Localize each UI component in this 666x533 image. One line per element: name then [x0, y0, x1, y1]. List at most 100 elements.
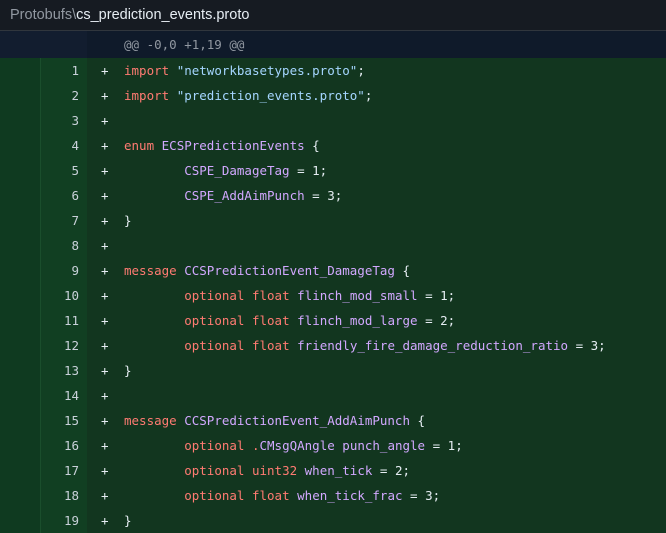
line-number[interactable]: 15: [0, 408, 87, 433]
addition-marker: +: [101, 363, 109, 378]
code-token-kw: uint32: [251, 463, 298, 478]
line-number[interactable]: 19: [0, 508, 87, 533]
line-number[interactable]: 6: [0, 183, 87, 208]
line-number[interactable]: 16: [0, 433, 87, 458]
code-token-kw: optional: [184, 463, 245, 478]
line-number[interactable]: 5: [0, 158, 87, 183]
code-content: + import "networkbasetypes.proto";: [87, 58, 666, 83]
code-token-plain: ;: [357, 63, 365, 78]
code-content: + CSPE_AddAimPunch = 3;: [87, 183, 666, 208]
line-number[interactable]: 17: [0, 458, 87, 483]
line-number[interactable]: 1: [0, 58, 87, 83]
line-number[interactable]: 12: [0, 333, 87, 358]
breadcrumb-filename: cs_prediction_events.proto: [76, 7, 250, 23]
line-number[interactable]: 3: [0, 108, 87, 133]
addition-marker: +: [101, 163, 109, 178]
breadcrumb-folder-link[interactable]: Protobufs: [10, 7, 72, 23]
line-number[interactable]: 2: [0, 83, 87, 108]
code-content: + optional uint32 when_tick = 2;: [87, 458, 666, 483]
code-token-kw: message: [124, 263, 177, 278]
diff-line: 3 +: [0, 108, 666, 133]
code-token-kw: optional: [184, 438, 245, 453]
addition-marker: +: [101, 488, 109, 503]
code-token-plain: {: [304, 138, 320, 153]
diff-line: 5 + CSPE_DamageTag = 1;: [0, 158, 666, 183]
code-token-kw: float: [251, 488, 290, 503]
code-token-kw: optional: [184, 488, 245, 503]
code-content: + import "prediction_events.proto";: [87, 83, 666, 108]
code-token-plain: = 2;: [372, 463, 411, 478]
addition-marker: +: [101, 213, 109, 228]
code-content: + optional float when_tick_frac = 3;: [87, 483, 666, 508]
diff-lines: 1 + import "networkbasetypes.proto"; 2 + impo…: [0, 58, 666, 533]
line-number[interactable]: 18: [0, 483, 87, 508]
code-token-kw: optional: [184, 313, 245, 328]
addition-marker: +: [101, 438, 109, 453]
addition-marker: +: [101, 413, 109, 428]
line-number[interactable]: 9: [0, 258, 87, 283]
addition-marker: +: [101, 188, 109, 203]
diff-line: 7 +}: [0, 208, 666, 233]
code-token-kw: enum: [124, 138, 155, 153]
diff-line: 17 + optional uint32 when_tick = 2;: [0, 458, 666, 483]
diff-line: 13 +}: [0, 358, 666, 383]
line-number[interactable]: 8: [0, 233, 87, 258]
line-number[interactable]: 7: [0, 208, 87, 233]
addition-marker: +: [101, 288, 109, 303]
code-token-kw: import: [124, 88, 170, 103]
code-token-kw: optional: [184, 288, 245, 303]
code-token-field: CSPE_DamageTag: [184, 163, 290, 178]
code-content: +: [87, 108, 666, 133]
line-number[interactable]: 14: [0, 383, 87, 408]
diff-line: 4 + enum ECSPredictionEvents {: [0, 133, 666, 158]
addition-marker: +: [101, 338, 109, 353]
addition-marker: +: [101, 388, 109, 403]
code-token-kw: float: [251, 313, 290, 328]
code-token-field: when_tick: [304, 463, 373, 478]
code-token-plain: = 1;: [289, 163, 328, 178]
hunk-header: @@ -0,0 +1,19 @@: [0, 31, 666, 58]
code-content: +}: [87, 358, 666, 383]
diff-line: 15 + message CCSPredictionEvent_AddAimPunc…: [0, 408, 666, 433]
diff-line: 9 + message CCSPredictionEvent_DamageTag {: [0, 258, 666, 283]
code-content: +: [87, 233, 666, 258]
code-token-str: "networkbasetypes.proto": [176, 63, 358, 78]
addition-marker: +: [101, 138, 109, 153]
code-token-plain: }: [124, 213, 132, 228]
code-token-kw: .: [251, 438, 260, 453]
code-content: + message CCSPredictionEvent_AddAimPunch …: [87, 408, 666, 433]
code-token-plain: = 3;: [304, 188, 343, 203]
code-token-plain: = 3;: [402, 488, 441, 503]
addition-marker: +: [101, 238, 109, 253]
code-token-kw: import: [124, 63, 170, 78]
line-number[interactable]: 10: [0, 283, 87, 308]
diff-line: 11 + optional float flinch_mod_large = 2;: [0, 308, 666, 333]
addition-marker: +: [101, 313, 109, 328]
diff-line: 10 + optional float flinch_mod_small = 1;: [0, 283, 666, 308]
diff-line: 8 +: [0, 233, 666, 258]
code-token-plain: = 1;: [417, 288, 456, 303]
line-number[interactable]: 11: [0, 308, 87, 333]
code-content: + optional float flinch_mod_small = 1;: [87, 283, 666, 308]
code-token-plain: {: [394, 263, 410, 278]
addition-marker: +: [101, 63, 109, 78]
code-token-field: CSPE_AddAimPunch: [184, 188, 305, 203]
line-number[interactable]: 13: [0, 358, 87, 383]
hunk-range-text: @@ -0,0 +1,19 @@: [87, 31, 666, 58]
diff-line: 18 + optional float when_tick_frac = 3;: [0, 483, 666, 508]
line-number[interactable]: 4: [0, 133, 87, 158]
code-token-ident: CCSPredictionEvent_AddAimPunch: [184, 413, 410, 428]
code-token-str: "prediction_events.proto": [176, 88, 365, 103]
